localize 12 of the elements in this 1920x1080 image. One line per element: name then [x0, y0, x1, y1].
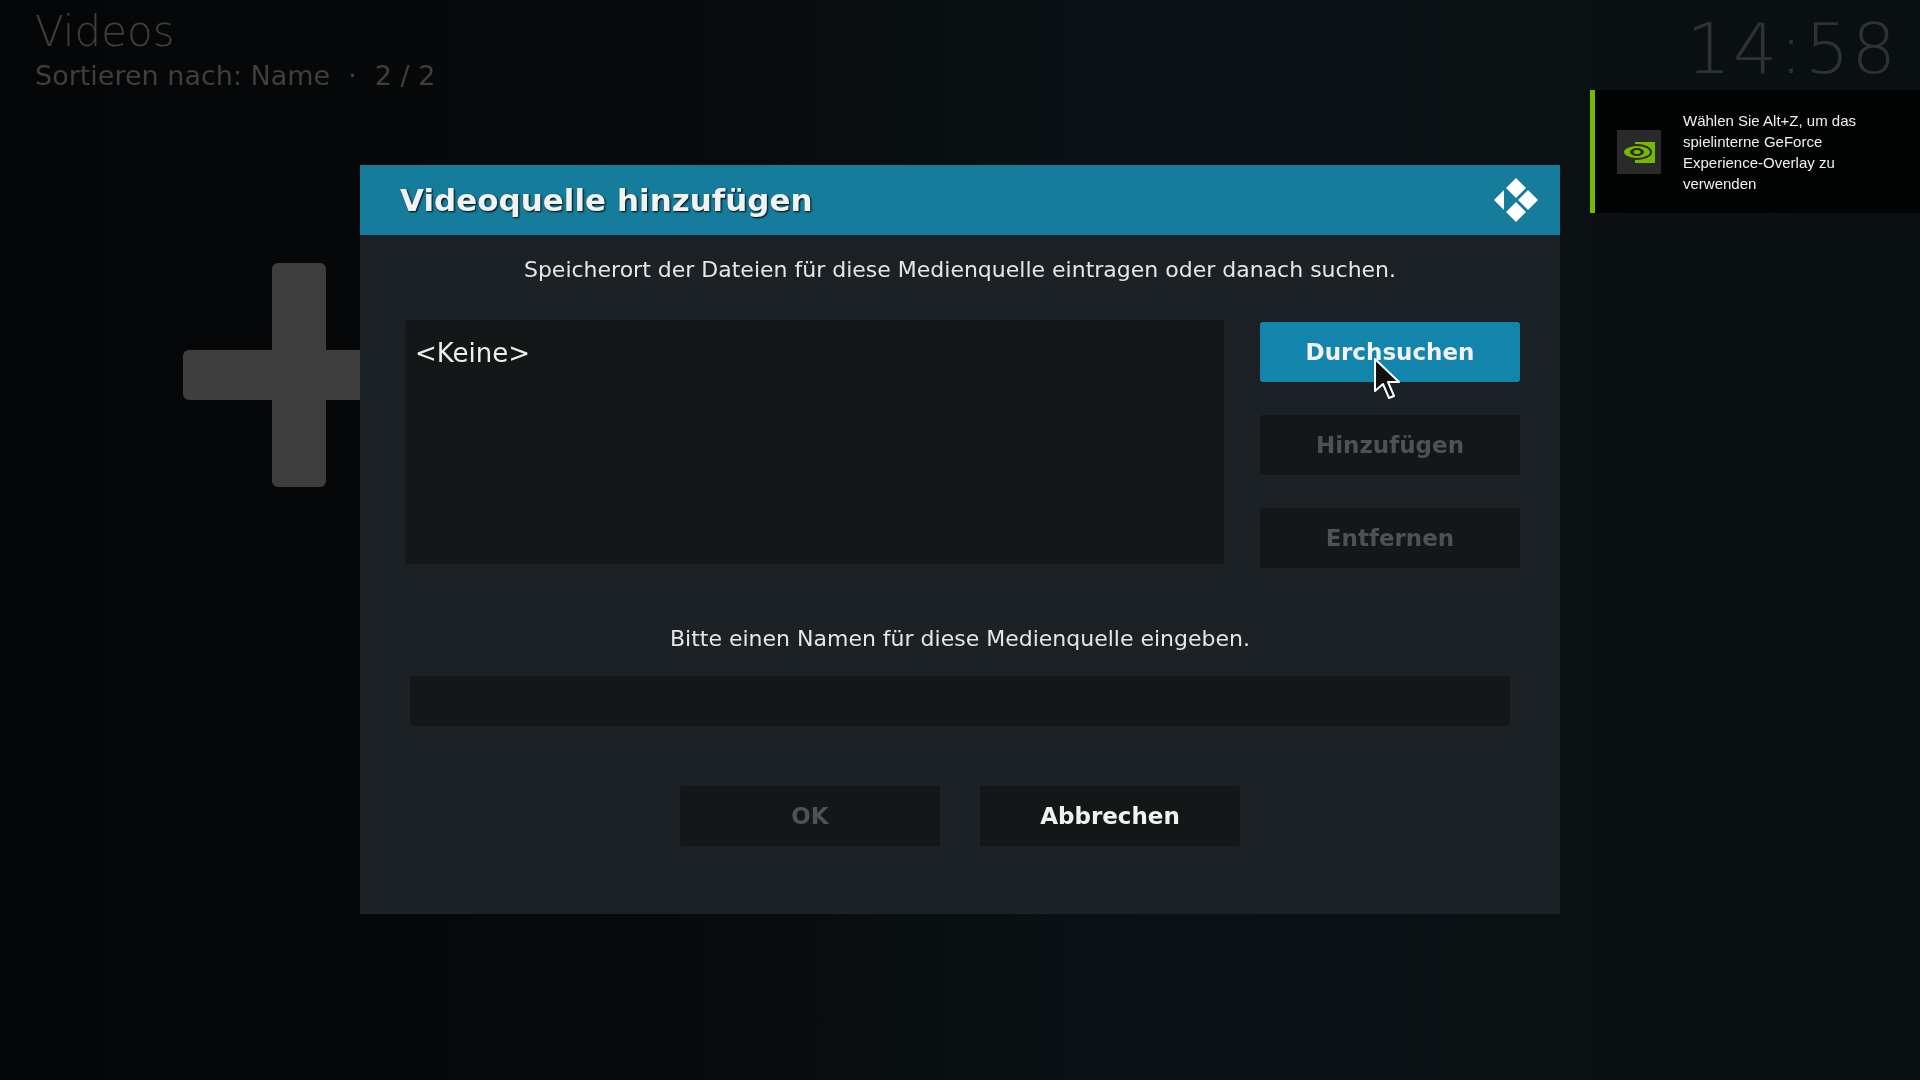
- page-title: Videos: [35, 6, 176, 58]
- notification-text: Wählen Sie Alt+Z, um das spielinterne GeForce Experience-Overlay zu verwenden: [1683, 110, 1857, 194]
- path-item[interactable]: <Keine>: [415, 338, 1214, 368]
- side-button[interactable]: Durchsuchen: [1260, 322, 1520, 382]
- instruction-text: Speicherort der Dateien für diese Medienquelle eintragen oder danach suchen.: [522, 256, 1398, 284]
- separator-dot: ·: [348, 59, 357, 93]
- eye-logo-icon: [1617, 129, 1661, 174]
- name-prompt: Bitte einen Namen für diese Medienquelle eingeben.: [669, 625, 1251, 653]
- sort-label: Sortieren nach: Name: [35, 59, 331, 93]
- item-count: 2 / 2: [374, 59, 436, 93]
- dialog-title: Videoquelle hinzufügen: [400, 182, 813, 218]
- footer-button[interactable]: Abbrechen: [980, 786, 1240, 846]
